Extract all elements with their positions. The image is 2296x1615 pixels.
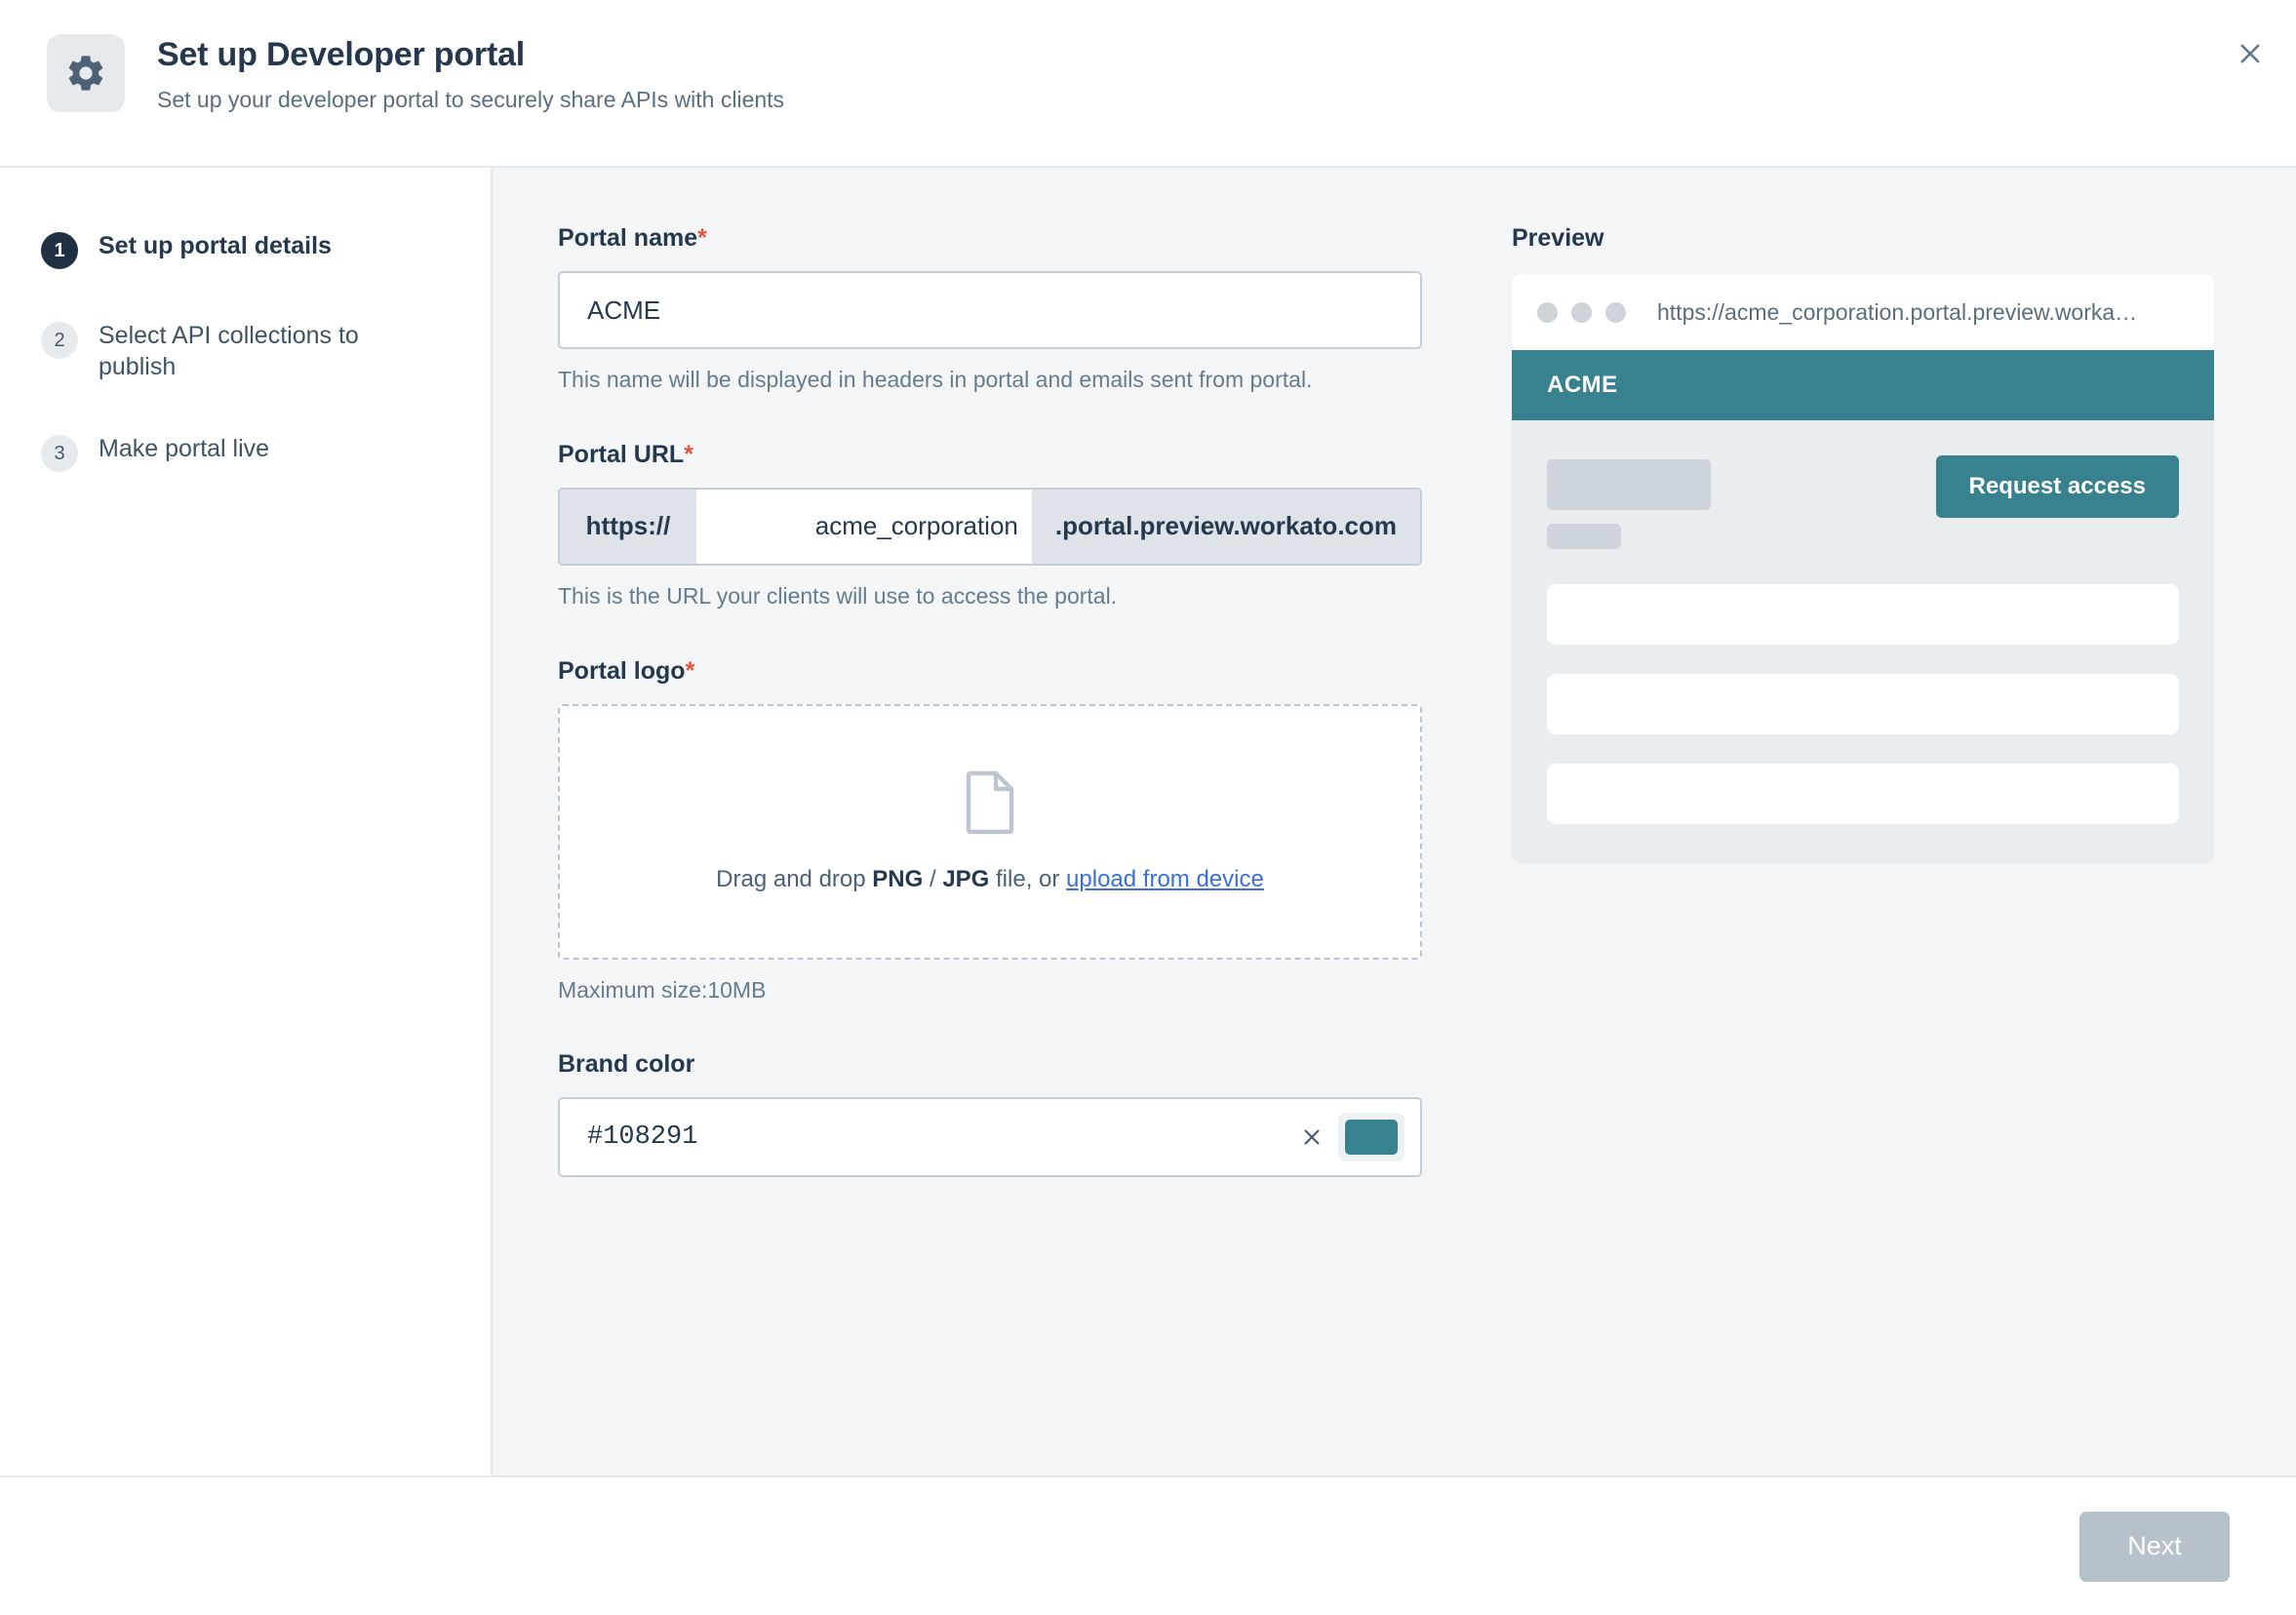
portal-url-prefix: https:// (560, 489, 696, 564)
portal-name-field-block: Portal name* This name will be displayed… (558, 224, 1422, 394)
preview-browser-mock: https://acme_corporation.portal.preview.… (1512, 274, 2214, 863)
portal-url-label: Portal URL* (558, 441, 1422, 469)
step-sidebar: 1 Set up portal details 2 Select API col… (0, 168, 493, 1476)
portal-logo-field-block: Portal logo* Drag and drop PNG / JPG fil… (558, 657, 1422, 1004)
required-asterisk: * (685, 656, 695, 685)
browser-dot-green (1605, 301, 1626, 323)
sidebar-step-1[interactable]: 1 Set up portal details (41, 230, 452, 269)
portal-url-field-block: Portal URL* https:// .portal.preview.wor… (558, 441, 1422, 611)
portal-logo-label-text: Portal logo (558, 656, 686, 685)
step-2-badge: 2 (41, 322, 78, 359)
brand-color-label: Brand color (558, 1050, 695, 1079)
preview-card-1 (1547, 584, 2179, 645)
brand-color-field-block: Brand color (558, 1050, 1422, 1178)
portal-name-input[interactable] (558, 271, 1422, 349)
preview-browser-chrome: https://acme_corporation.portal.preview.… (1512, 274, 2214, 350)
preview-url-text: https://acme_corporation.portal.preview.… (1657, 298, 2138, 325)
preview-title: Preview (1512, 224, 1604, 252)
preview-card-3 (1547, 764, 2179, 824)
upload-from-device-link[interactable]: upload from device (1066, 866, 1264, 892)
required-asterisk: * (697, 224, 707, 252)
sidebar-step-3[interactable]: 3 Make portal live (41, 433, 452, 472)
preview-brand-name: ACME (1547, 372, 1618, 398)
portal-name-label-text: Portal name (558, 224, 698, 252)
portal-url-suffix: .portal.preview.workato.com (1031, 489, 1420, 564)
portal-details-form: Portal name* This name will be displayed… (558, 224, 1422, 1476)
request-access-button[interactable]: Request access (1935, 455, 2179, 518)
portal-url-label-text: Portal URL (558, 440, 685, 468)
format-jpg: JPG (942, 866, 990, 892)
brand-color-clear-button[interactable] (1289, 1115, 1334, 1160)
dialog-footer: Next (0, 1476, 2296, 1615)
page-title: Set up Developer portal (157, 36, 526, 73)
brand-color-swatch-button[interactable] (1338, 1113, 1405, 1162)
preview-panel: Preview https://acme_corporation.portal.… (1422, 224, 2296, 1476)
portal-logo-max-size: Maximum size:10MB (558, 976, 767, 1003)
skeleton-bar-large (1547, 459, 1711, 510)
preview-top-row: Request access (1547, 455, 2179, 549)
sidebar-step-1-label: Set up portal details (99, 232, 332, 259)
skeleton-bar-small (1547, 524, 1621, 549)
gear-icon (47, 34, 125, 112)
portal-url-helper: This is the URL your clients will use to… (558, 582, 1118, 609)
dropzone-text-1: Drag and drop (716, 866, 873, 892)
preview-portal-body: Request access (1512, 420, 2214, 863)
dialog-header: Set up Developer portal Set up your deve… (0, 0, 2296, 168)
dropzone-text: Drag and drop PNG / JPG file, or upload … (716, 866, 1264, 893)
portal-url-input[interactable] (696, 489, 1032, 564)
portal-url-input-group: https:// .portal.preview.workato.com (558, 487, 1422, 566)
sidebar-step-2-label: Select API collections to publish (99, 322, 359, 380)
browser-dot-yellow (1571, 301, 1592, 323)
file-icon (963, 769, 1017, 839)
portal-name-label: Portal name* (558, 224, 1422, 253)
sidebar-step-3-label: Make portal live (99, 435, 270, 462)
format-separator: / (923, 866, 943, 892)
portal-name-helper: This name will be displayed in headers i… (558, 367, 1313, 392)
browser-dot-red (1537, 301, 1558, 323)
close-button[interactable] (2226, 29, 2275, 78)
dialog-body: 1 Set up portal details 2 Select API col… (0, 168, 2296, 1476)
step-3-badge: 3 (41, 435, 78, 472)
format-png: PNG (872, 866, 924, 892)
main-content: Portal name* This name will be displayed… (493, 168, 2296, 1476)
portal-logo-dropzone[interactable]: Drag and drop PNG / JPG file, or upload … (558, 703, 1422, 960)
setup-developer-portal-dialog: Set up Developer portal Set up your deve… (0, 0, 2296, 1615)
preview-portal-header: ACME (1512, 350, 2214, 420)
required-asterisk: * (684, 440, 693, 468)
close-icon (1304, 1129, 1320, 1145)
portal-logo-label: Portal logo* (558, 657, 1422, 686)
preview-skeleton-group (1547, 455, 1711, 549)
brand-color-input[interactable] (560, 1099, 1289, 1176)
page-subtitle: Set up your developer portal to securely… (157, 87, 785, 113)
header-text-group: Set up Developer portal Set up your deve… (157, 32, 784, 114)
next-button[interactable]: Next (2079, 1511, 2230, 1582)
dropzone-text-2: file, or (989, 866, 1067, 892)
close-icon (2240, 44, 2260, 63)
brand-color-swatch (1345, 1120, 1398, 1156)
preview-card-2 (1547, 674, 2179, 734)
step-1-badge: 1 (41, 232, 78, 269)
brand-color-input-group (558, 1097, 1422, 1178)
sidebar-step-2[interactable]: 2 Select API collections to publish (41, 320, 452, 382)
